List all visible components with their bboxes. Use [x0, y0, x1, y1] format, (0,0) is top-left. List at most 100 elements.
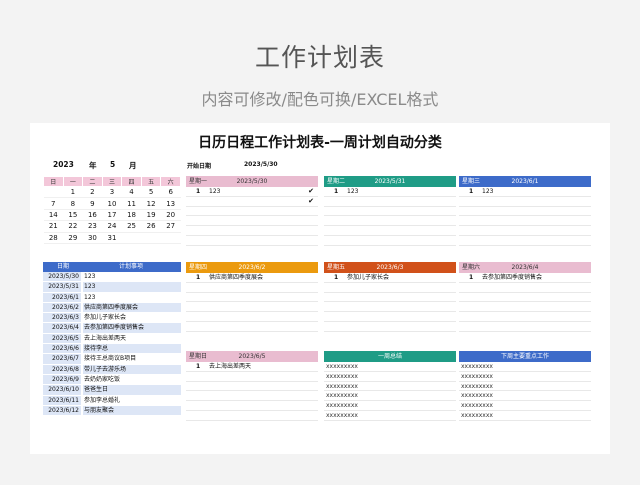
calendar-day[interactable]: 21	[43, 220, 64, 233]
day-entry[interactable]: 1 123	[459, 187, 591, 197]
day-entry[interactable]	[324, 226, 456, 236]
day-entry[interactable]	[186, 322, 318, 332]
day-entry[interactable]: ✔	[186, 197, 318, 207]
calendar-day[interactable]: 28	[43, 232, 64, 244]
row-item[interactable]: 123	[83, 282, 181, 292]
calendar-day[interactable]: 4	[121, 186, 142, 199]
calendar-day[interactable]: 14	[43, 209, 64, 222]
day-entry[interactable]	[324, 302, 456, 313]
start-date-value[interactable]: 2023/5/30	[244, 161, 278, 168]
calendar-day[interactable]: 16	[82, 209, 103, 222]
calendar-day[interactable]: 29	[63, 232, 83, 244]
summary-line[interactable]: xxxxxxxxx	[324, 372, 456, 382]
calendar-day[interactable]: 9	[82, 197, 103, 210]
row-item[interactable]: 123	[83, 292, 181, 302]
calendar-day[interactable]: 18	[121, 209, 142, 222]
day-entry[interactable]	[324, 197, 456, 207]
day-entry[interactable]	[459, 293, 591, 303]
day-entry[interactable]	[324, 293, 456, 303]
day-entry[interactable]	[186, 391, 318, 402]
calendar-day[interactable]: 25	[121, 220, 142, 233]
summary-line[interactable]: xxxxxxxxx	[324, 411, 456, 421]
calendar-day[interactable]: 12	[141, 197, 161, 210]
calendar-day[interactable]: 30	[82, 232, 103, 244]
calendar-day[interactable]: 24	[102, 220, 122, 233]
summary-line[interactable]: xxxxxxxxx	[324, 382, 456, 392]
calendar-day[interactable]: 15	[63, 209, 83, 222]
day-entry[interactable]	[324, 236, 456, 246]
day-entry[interactable]	[186, 302, 318, 313]
row-item[interactable]: 供应商第四季度展会	[83, 302, 181, 313]
calendar-day[interactable]: 6	[160, 186, 181, 199]
calendar-day[interactable]: 10	[102, 197, 122, 210]
calendar-day[interactable]: 7	[43, 197, 64, 210]
row-item[interactable]: 去奶奶家吃饭	[83, 374, 181, 385]
day-entry[interactable]	[459, 207, 591, 217]
calendar-day[interactable]	[121, 232, 142, 244]
day-entry[interactable]: 1 123 ✔	[186, 187, 318, 197]
calendar-day[interactable]: 8	[63, 197, 83, 210]
summary-line[interactable]: xxxxxxxxx	[324, 401, 456, 411]
day-entry[interactable]	[324, 312, 456, 322]
row-item[interactable]: 接待李总	[83, 344, 181, 354]
row-item[interactable]: 去参加第四季度销售会	[83, 323, 181, 333]
summary-line[interactable]: xxxxxxxxx	[459, 411, 591, 421]
calendar-day[interactable]: 5	[141, 186, 161, 199]
day-entry[interactable]	[186, 382, 318, 392]
calendar-day[interactable]: 19	[141, 209, 161, 222]
row-item[interactable]: 爸爸生日	[83, 385, 181, 395]
day-entry[interactable]	[459, 236, 591, 246]
day-entry[interactable]: 1 去上海出差两天	[186, 362, 318, 372]
calendar-day[interactable]: 17	[102, 209, 122, 222]
calendar-day[interactable]: 20	[160, 209, 181, 222]
day-entry[interactable]	[186, 216, 318, 227]
day-entry[interactable]	[459, 312, 591, 322]
day-entry[interactable]	[186, 236, 318, 246]
calendar-day[interactable]: 31	[102, 232, 122, 244]
day-entry[interactable]	[186, 411, 318, 421]
calendar-day[interactable]: 13	[160, 197, 181, 210]
day-entry[interactable]	[186, 207, 318, 217]
row-item[interactable]: 123	[83, 272, 181, 282]
day-entry[interactable]: 1 123	[324, 187, 456, 197]
calendar-year[interactable]: 2023	[53, 160, 74, 169]
day-entry[interactable]	[186, 283, 318, 293]
day-entry[interactable]	[186, 293, 318, 303]
day-entry[interactable]	[459, 302, 591, 313]
calendar-day[interactable]: 27	[160, 220, 181, 233]
day-entry[interactable]: 1 供应商第四季度展会	[186, 273, 318, 283]
summary-line[interactable]: xxxxxxxxx	[459, 362, 591, 372]
day-entry[interactable]	[324, 207, 456, 217]
row-item[interactable]: 带儿子去游乐场	[83, 364, 181, 374]
row-item[interactable]: 参加李总婚礼	[83, 395, 181, 405]
row-item[interactable]: 与朋友聚会	[83, 405, 181, 416]
calendar-day[interactable]: 3	[102, 186, 122, 199]
day-entry[interactable]	[459, 322, 591, 332]
day-entry[interactable]	[459, 197, 591, 207]
row-item[interactable]: 去上海出差两天	[83, 333, 181, 344]
summary-line[interactable]: xxxxxxxxx	[459, 401, 591, 411]
row-item[interactable]: 接待王总商议B项目	[83, 354, 181, 364]
summary-line[interactable]: xxxxxxxxx	[324, 391, 456, 402]
day-entry[interactable]	[186, 312, 318, 322]
day-entry[interactable]	[186, 226, 318, 236]
calendar-day[interactable]	[160, 232, 181, 244]
day-entry[interactable]	[324, 283, 456, 293]
day-entry[interactable]	[459, 283, 591, 293]
calendar-day[interactable]	[43, 186, 64, 199]
calendar-day[interactable]: 23	[82, 220, 103, 233]
summary-line[interactable]: xxxxxxxxx	[459, 382, 591, 392]
summary-line[interactable]: xxxxxxxxx	[459, 391, 591, 402]
calendar-day[interactable]: 26	[141, 220, 161, 233]
calendar-day[interactable]: 22	[63, 220, 83, 233]
summary-line[interactable]: xxxxxxxxx	[459, 372, 591, 382]
calendar-day[interactable]	[141, 232, 161, 244]
calendar-day[interactable]: 11	[121, 197, 142, 210]
day-entry[interactable]: 1 去参加第四季度销售会	[459, 273, 591, 283]
day-entry[interactable]	[186, 401, 318, 411]
day-entry[interactable]	[324, 322, 456, 332]
day-entry[interactable]	[459, 216, 591, 227]
day-entry[interactable]: 1 参加儿子家长会	[324, 273, 456, 283]
calendar-month[interactable]: 5	[110, 160, 115, 169]
summary-line[interactable]: xxxxxxxxx	[324, 362, 456, 372]
